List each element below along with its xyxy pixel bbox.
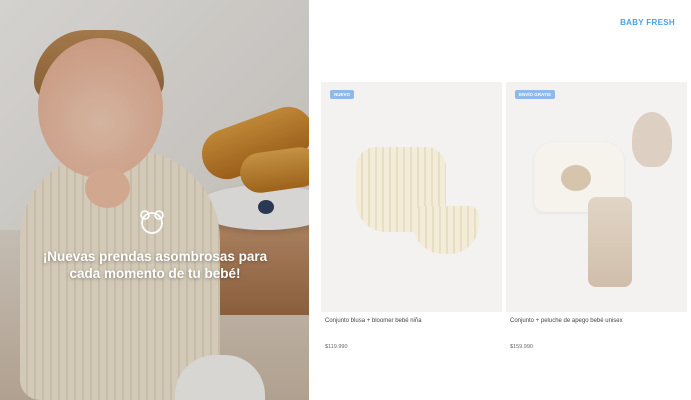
product-price: $159.990 [510, 344, 533, 350]
product-image[interactable]: ENVÍO GRATIS [506, 82, 687, 312]
product-name[interactable]: Conjunto + peluche de apego bebé unisex [510, 318, 686, 324]
product-card[interactable]: ENVÍO GRATIS Conjunto + peluche de apego… [506, 82, 687, 400]
brand-logo[interactable]: BABY FRESH [610, 18, 685, 27]
bear-face-icon [139, 209, 165, 235]
product-bloomer [413, 206, 479, 254]
product-bear-print [561, 165, 591, 191]
hero-headline: ¡Nuevas prendas asombrosas para cada mom… [42, 249, 268, 281]
product-price: $119.990 [325, 344, 348, 350]
product-card[interactable]: NUEVO Conjunto blusa + bloomer bebé niña… [321, 82, 502, 400]
hero-banner[interactable]: ¡Nuevas prendas asombrosas para cada mom… [0, 0, 309, 400]
product-badge: ENVÍO GRATIS [515, 90, 555, 99]
product-name[interactable]: Conjunto blusa + bloomer bebé niña [325, 318, 501, 324]
product-plush [632, 112, 672, 167]
bear-face-icon-svg [140, 210, 164, 234]
product-pants [588, 197, 632, 287]
product-grid: NUEVO Conjunto blusa + bloomer bebé niña… [321, 82, 687, 400]
hero-overlay [0, 0, 309, 400]
product-badge: NUEVO [330, 90, 355, 99]
product-image[interactable]: NUEVO [321, 82, 502, 312]
